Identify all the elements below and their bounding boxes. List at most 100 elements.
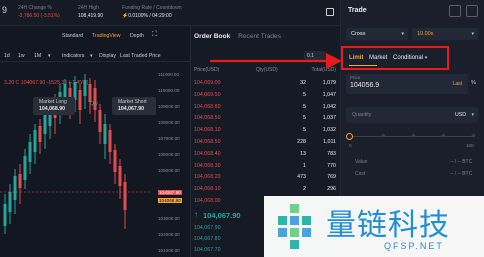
percent-icon[interactable]: % (471, 80, 476, 86)
market-long-tooltip[interactable]: Market Long 104,068.90 (33, 97, 75, 115)
change-label: 24H Change % (18, 5, 52, 11)
leverage-select[interactable]: 10.00x ▾ (412, 28, 478, 40)
ask-qty: 13 (300, 150, 306, 157)
fullscreen-icon[interactable]: ⛶ (152, 31, 157, 39)
ask-total: 1,032 (322, 127, 336, 134)
ask-qty: 5 (303, 127, 306, 134)
funding-value: 0.0100% / 04:29:00 (128, 13, 172, 19)
market-long-label: Market Long (39, 99, 67, 105)
watermark: 量链科技 QFSP.NET (264, 196, 484, 257)
slider-min: 0 (349, 143, 352, 148)
qty-tooltip-label: Qty (90, 101, 98, 107)
price-tick: 111000.00 (158, 72, 180, 77)
market-short-label: Market Short (118, 99, 147, 105)
high-value: 108,419.90 (78, 13, 104, 19)
stats-left-fragment: 9 (2, 5, 8, 15)
ask-price: 104,068.00 (194, 198, 221, 204)
price-tick: 105000.00 (158, 168, 180, 173)
ask-row[interactable]: 104,068.10 2 296 (194, 185, 336, 195)
price-tick: 103000.00 (158, 216, 180, 221)
ask-total: 296 (327, 186, 336, 193)
quantity-unit[interactable]: USD (455, 112, 466, 118)
ask-row[interactable]: 104,068.50 228 1,011 (194, 138, 336, 148)
ask-row[interactable]: 104,068.80 5 1,042 (194, 103, 336, 113)
ask-total: 1,079 (322, 80, 336, 86)
ask-qty: 2 (303, 186, 306, 193)
ask-total: 1,047 (322, 91, 336, 98)
ask-price: 104,068.20 (194, 174, 221, 181)
margin-mode-value: Cross (351, 31, 366, 37)
settings-icon[interactable] (466, 5, 478, 17)
price-tick: 109000.00 (158, 104, 180, 109)
bid-price: 104,067.70 (194, 247, 221, 253)
chevron-down-icon: ▾ (471, 112, 474, 118)
ask-total: 1,011 (323, 139, 336, 145)
chevron-down-icon: ▾ (401, 31, 404, 37)
interval-1d[interactable]: 1d (4, 53, 10, 59)
annotation-arrow (210, 53, 342, 69)
interval-1w[interactable]: 1w (18, 53, 25, 59)
ask-row[interactable]: 104,068.50 5 1,037 (194, 114, 336, 124)
ask-qty: 5 (303, 115, 306, 122)
mid-price: 104,067.90 (203, 211, 241, 220)
ask-price: 104,069.00 (194, 80, 221, 86)
ask-row[interactable]: 104,068.10 5 1,032 (194, 126, 336, 136)
ask-price: 104,068.30 (194, 162, 221, 169)
last-button[interactable]: Last (453, 81, 462, 87)
ask-qty: 5 (303, 91, 306, 98)
ask-row[interactable]: 104,068.30 1 770 (194, 162, 336, 172)
price-tick: 101000.00 (158, 248, 180, 253)
price-tick: 106000.00 (158, 152, 180, 157)
orderbook-tabs: Order Book Recent Trades (194, 33, 281, 40)
tab-recent-trades[interactable]: Recent Trades (238, 33, 281, 40)
ask-price: 104,068.10 (194, 127, 221, 134)
chevron-down-icon: ▾ (471, 31, 474, 37)
ask-row[interactable]: 104,069.50 5 1,047 (194, 91, 336, 101)
price-tick: 107000.00 (158, 136, 180, 141)
view-standard-tab[interactable]: Standard (62, 33, 83, 39)
last-traded-dropdown[interactable]: Last Traded Price (120, 53, 161, 59)
quantity-input[interactable]: Quantity USD ▾ (346, 107, 478, 123)
ask-price: 104,068.50 (194, 139, 221, 145)
ask-row[interactable]: 104,068.40 13 783 (194, 150, 336, 160)
market-short-value: 104,067.90 (118, 106, 144, 112)
ask-qty: 5 (303, 103, 306, 110)
chart-view-toolbar: Standard TradingView Depth ⛶ (0, 30, 190, 42)
ask-total: 783 (327, 150, 336, 157)
calculator-icon[interactable] (449, 5, 461, 17)
price-tick: 102000.00 (158, 232, 180, 237)
price-tick: 110000.00 (158, 88, 180, 93)
bid-price: 104,067.90 (194, 225, 221, 231)
ask-price: 104,068.80 (194, 103, 221, 110)
view-tradingview-tab[interactable]: TradingView (92, 33, 121, 39)
store-icon[interactable] (326, 8, 334, 16)
quantity-label: Quantity (352, 112, 372, 118)
display-button[interactable]: Display (99, 53, 116, 59)
ask-total: 770 (327, 162, 336, 169)
highlight-box (341, 46, 449, 70)
trade-title: Trade (348, 7, 367, 14)
arrow-up-icon: ↑ (194, 210, 198, 219)
margin-mode-select[interactable]: Cross ▾ (346, 28, 408, 40)
ask-row[interactable]: 104,068.20 473 769 (194, 173, 336, 183)
indicators-button[interactable]: Indicators (62, 53, 85, 59)
ask-price: 104,069.50 (194, 91, 221, 98)
ask-price: 104,068.50 (194, 115, 221, 122)
slider-handle[interactable] (346, 133, 353, 140)
chevron-down-icon[interactable]: ▾ (48, 53, 51, 59)
view-depth-tab[interactable]: Depth (130, 33, 144, 39)
ask-row[interactable]: 104,069.00 32 1,079 (194, 79, 336, 89)
interval-1m[interactable]: 1M (34, 53, 41, 59)
watermark-url: QFSP.NET (384, 241, 444, 251)
candlestick-chart[interactable] (0, 64, 150, 257)
bid-price: 104,067.80 (194, 236, 221, 242)
chevron-down-icon: ▾ (90, 53, 93, 59)
price-input[interactable]: Price 104056.9 Last (346, 74, 468, 94)
ask-price: 104,068.40 (194, 150, 221, 157)
ask-qty: 1 (303, 162, 306, 169)
watermark-title: 量链科技 (326, 208, 450, 243)
price-value: 104056.9 (350, 82, 380, 89)
tab-orderbook[interactable]: Order Book (194, 33, 230, 40)
ask-qty: 32 (300, 80, 306, 86)
watermark-logo (278, 204, 311, 249)
